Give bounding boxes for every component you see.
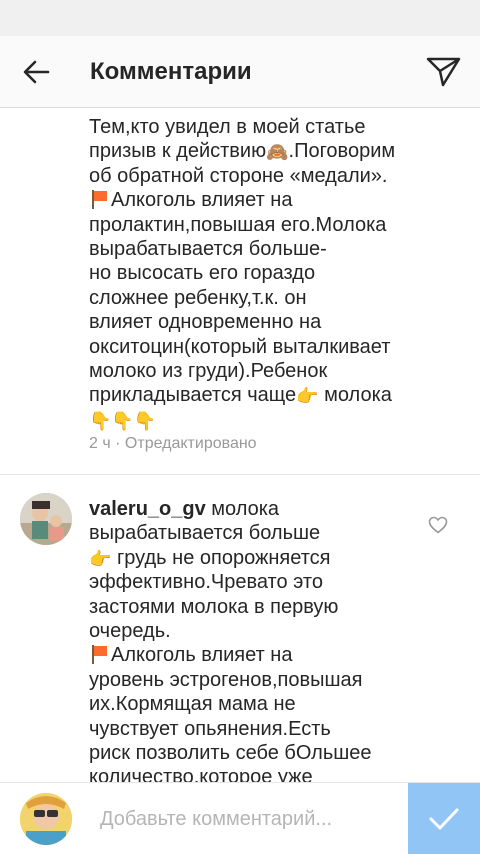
- comment-line: сложнее ребенку,т.к. он: [89, 286, 307, 309]
- comment-line: 👇👇👇: [89, 408, 469, 432]
- page-title: Комментарии: [90, 57, 252, 85]
- comment-line: уровень эстрогенов,повышая: [89, 668, 363, 691]
- comment-line: очередь.: [89, 620, 171, 643]
- divider: [0, 474, 480, 475]
- pointing-right-icon: 👉: [89, 548, 112, 569]
- orange-flag-icon: [89, 644, 109, 665]
- post-button[interactable]: [408, 783, 480, 854]
- my-avatar: [20, 793, 72, 845]
- comment-line: об обратной стороне «медали».: [89, 164, 388, 187]
- comment-line: вырабатывается больше: [89, 522, 321, 545]
- comment-caption: Тем,кто увидел в моей статье призыв к де…: [89, 115, 469, 432]
- comment-line: Тем,кто увидел в моей статье: [89, 116, 366, 138]
- comment-meta: 2 ч · Отредактировано: [89, 435, 257, 453]
- comment-line: риск позволить себе бОльшее: [89, 742, 372, 765]
- comment-line: количество,которое уже: [89, 766, 313, 782]
- comment-line: окситоцин(который выталкивает: [89, 335, 391, 358]
- back-button[interactable]: [0, 36, 72, 108]
- comment-line: пролактин,повышая его.Молока: [89, 213, 387, 236]
- pointing-down-icon: 👇: [111, 410, 134, 431]
- comment-line: прикладывается чаще👉 молока: [89, 384, 392, 407]
- comment-line: Алкоголь влияет на: [89, 188, 469, 212]
- heart-icon: [428, 516, 448, 534]
- comment-time: 2 ч: [89, 435, 111, 452]
- status-bar: [0, 0, 480, 36]
- comments-list[interactable]: Тем,кто увидел в моей статье призыв к де…: [0, 109, 480, 782]
- edited-label: Отредактировано: [124, 435, 257, 452]
- comment-line: призыв к действию🙈.Поговорим: [89, 140, 396, 163]
- check-icon: [429, 808, 459, 830]
- comment-line: их.Кормящая мама не: [89, 693, 296, 716]
- comment-line: молоко из груди).Ребенок: [89, 360, 328, 383]
- avatar[interactable]: [20, 493, 72, 545]
- avatar-photo: [20, 493, 72, 545]
- comment-line: влияет одновременно на: [89, 311, 322, 334]
- send-button[interactable]: [408, 36, 480, 108]
- comment-line: чувствует опьянения.Есть: [89, 717, 331, 740]
- pointing-right-icon: 👉: [296, 386, 319, 407]
- comment-username[interactable]: valeru_o_gv: [89, 498, 206, 520]
- arrow-left-icon: [23, 60, 50, 83]
- paper-plane-icon: [426, 57, 461, 86]
- comment-line: 👉 грудь не опорожняется: [89, 546, 331, 569]
- comment-composer: [0, 782, 480, 854]
- orange-flag-icon: [89, 189, 109, 210]
- separator-dot: ·: [115, 435, 125, 452]
- comment-line: вырабатывается больше-: [89, 238, 327, 261]
- comment-line: valeru_o_gv молока: [89, 498, 280, 520]
- comment: valeru_o_gv молока вырабатывается больше…: [89, 497, 419, 782]
- comment-input[interactable]: [100, 797, 400, 841]
- pointing-down-icon: 👇: [133, 410, 157, 431]
- comment-line: застоями молока в первую: [89, 595, 339, 618]
- like-button[interactable]: [426, 513, 450, 537]
- avatar-photo: [20, 793, 72, 845]
- pointing-down-icon: 👇: [89, 410, 112, 431]
- app-bar: Комментарии: [0, 36, 480, 108]
- comment-line: Алкоголь влияет на: [89, 643, 419, 667]
- see-no-evil-monkey-icon: 🙈: [266, 142, 289, 163]
- comment-line: но высосать его гораздо: [89, 262, 316, 285]
- comment-line: эффективно.Чревато это: [89, 571, 323, 594]
